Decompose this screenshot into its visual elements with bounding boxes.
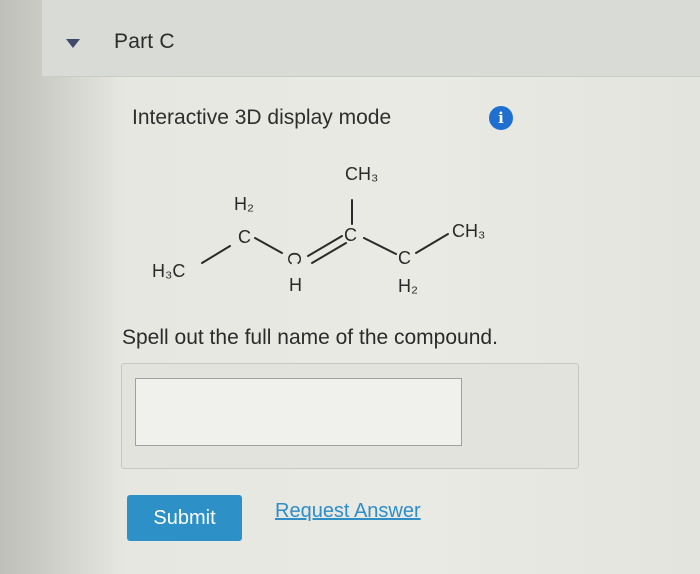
bond-ch3-c1 bbox=[201, 245, 231, 264]
label-c4: C bbox=[398, 248, 411, 268]
bond-c1-c2 bbox=[254, 237, 283, 254]
structure-diagram: H₃C H₂ C C H CH₃ C C H₂ CH₃ bbox=[152, 164, 485, 296]
bond-c2-c3-b bbox=[311, 242, 347, 264]
bond-c4-ch3 bbox=[415, 233, 449, 254]
label-ch3-top: CH₃ bbox=[345, 164, 378, 184]
part-header[interactable]: Part C bbox=[42, 0, 700, 77]
label-c3: C bbox=[344, 225, 357, 245]
question-prompt: Spell out the full name of the compound. bbox=[122, 326, 498, 349]
answer-input[interactable] bbox=[135, 378, 462, 446]
screen: Part C Interactive 3D display mode i H₃C… bbox=[0, 0, 700, 574]
display-mode-label: Interactive 3D display mode bbox=[132, 106, 392, 129]
answer-panel bbox=[121, 363, 579, 469]
label-c2: C bbox=[284, 252, 304, 265]
info-icon[interactable]: i bbox=[489, 106, 513, 130]
part-title[interactable]: Part C bbox=[114, 30, 175, 54]
bond-c3-c4 bbox=[363, 237, 397, 255]
label-ch3-right: CH₃ bbox=[452, 221, 485, 241]
label-c4-h2: H₂ bbox=[398, 276, 418, 296]
label-c1: C bbox=[238, 227, 251, 247]
bond-c2-c3-a bbox=[307, 235, 343, 257]
label-h2-top: H₂ bbox=[234, 194, 254, 214]
screen-glare bbox=[0, 0, 120, 574]
submit-button[interactable]: Submit bbox=[127, 495, 242, 541]
label-h3c: H₃C bbox=[152, 261, 185, 281]
label-c2-h: H bbox=[289, 275, 302, 295]
caret-down-icon[interactable] bbox=[66, 39, 80, 48]
request-answer-link[interactable]: Request Answer bbox=[275, 500, 421, 523]
